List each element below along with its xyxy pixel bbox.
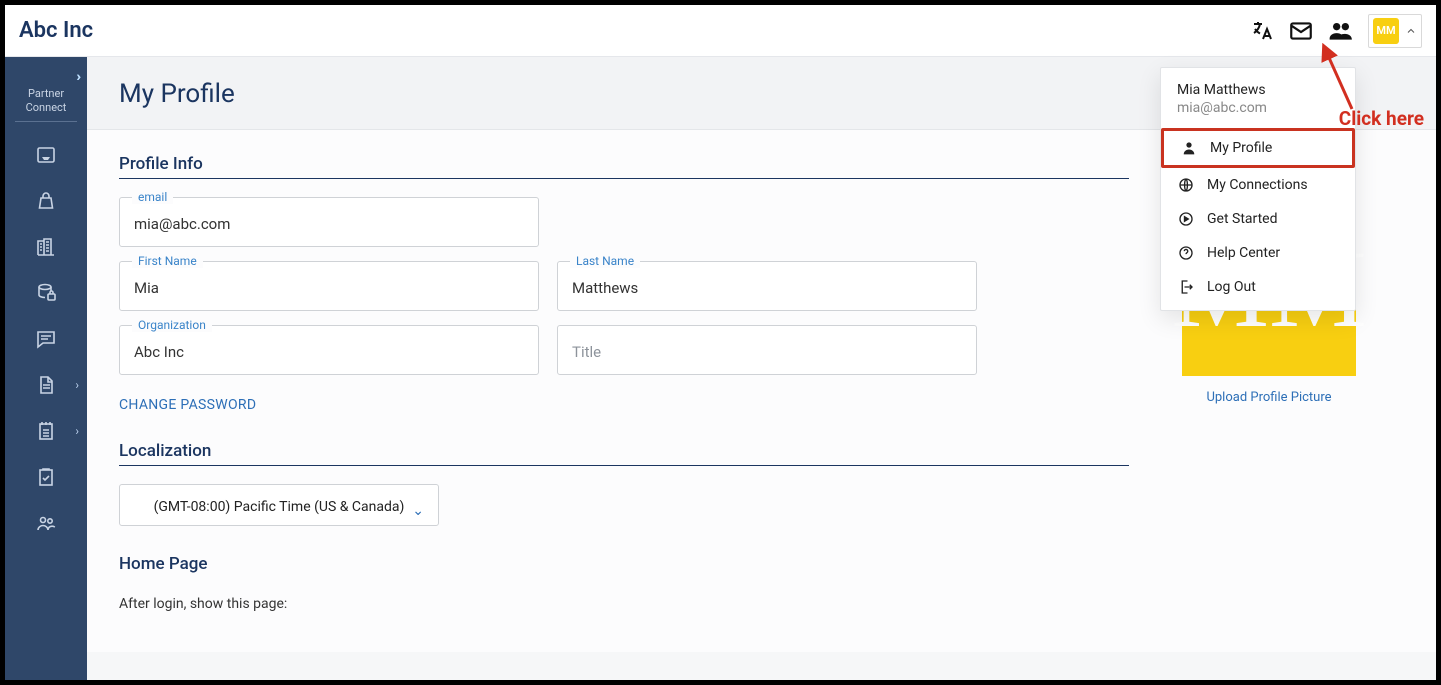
menu-item-label: Get Started (1207, 211, 1278, 227)
callout-text: Click here (1339, 107, 1424, 130)
email-field[interactable]: email mia@abc.com (119, 197, 539, 247)
last-name-field[interactable]: Last Name Matthews (557, 261, 977, 311)
notepad-icon (34, 419, 58, 443)
play-circle-icon (1177, 210, 1195, 228)
timezone-value: (GMT-08:00) Pacific Time (US & Canada) (154, 499, 405, 515)
change-password-link[interactable]: CHANGE PASSWORD (119, 397, 256, 413)
menu-item-label: My Profile (1210, 140, 1272, 156)
menu-my-profile[interactable]: My Profile (1161, 128, 1355, 168)
email-label: email (132, 190, 173, 204)
nav-tasks[interactable] (5, 454, 87, 500)
first-name-field[interactable]: First Name Mia (119, 261, 539, 311)
home-page-text: After login, show this page: (119, 596, 1129, 612)
chevron-down-icon: ⌄ (412, 503, 424, 519)
last-name-value: Matthews (572, 279, 638, 297)
globe-icon (1177, 176, 1195, 194)
last-name-label: Last Name (570, 254, 640, 268)
first-name-value: Mia (134, 279, 159, 297)
document-icon (34, 373, 58, 397)
sidebar: ›› PartnerConnect › › (5, 57, 87, 680)
people-icon[interactable] (1328, 18, 1354, 44)
upload-picture-link[interactable]: Upload Profile Picture (1206, 390, 1331, 405)
inbox-icon (34, 143, 58, 167)
organization-label: Organization (132, 318, 212, 332)
timezone-select[interactable]: (GMT-08:00) Pacific Time (US & Canada) ⌄ (119, 484, 439, 526)
chat-icon (34, 327, 58, 351)
menu-user-email: mia@abc.com (1177, 100, 1339, 116)
nav-inbox[interactable] (5, 132, 87, 178)
menu-get-started[interactable]: Get Started (1161, 202, 1355, 236)
nav-buildings[interactable] (5, 224, 87, 270)
organization-value: Abc Inc (134, 343, 184, 361)
sidebar-collapse-icon[interactable]: ›› (67, 65, 87, 87)
email-value: mia@abc.com (134, 215, 230, 233)
profile-menu-trigger[interactable]: MM (1368, 14, 1422, 48)
nav-notes[interactable]: › (5, 408, 87, 454)
nav-security[interactable] (5, 178, 87, 224)
buildings-icon (34, 235, 58, 259)
menu-help-center[interactable]: Help Center (1161, 236, 1355, 270)
first-name-label: First Name (132, 254, 203, 268)
mail-icon[interactable] (1288, 18, 1314, 44)
menu-item-label: My Connections (1207, 177, 1308, 193)
team-icon (34, 511, 58, 535)
title-field[interactable]: Title (557, 325, 977, 375)
sidebar-title: PartnerConnect (26, 87, 67, 115)
logout-icon (1177, 278, 1195, 296)
app-header: Abc Inc MM (5, 5, 1436, 57)
clipboard-check-icon (34, 465, 58, 489)
translate-icon[interactable] (1250, 19, 1274, 43)
nav-documents[interactable]: › (5, 362, 87, 408)
section-profile-info: Profile Info (119, 154, 1129, 179)
menu-item-label: Help Center (1207, 245, 1280, 261)
nav-messages[interactable] (5, 316, 87, 362)
title-placeholder: Title (572, 343, 601, 361)
menu-item-label: Log Out (1207, 279, 1256, 295)
chevron-right-icon: › (75, 378, 79, 392)
menu-my-connections[interactable]: My Connections (1161, 168, 1355, 202)
nav-team[interactable] (5, 500, 87, 546)
chevron-right-icon: › (75, 424, 79, 438)
chevron-up-icon (1405, 25, 1417, 37)
organization-field[interactable]: Organization Abc Inc (119, 325, 539, 375)
menu-user-name: Mia Matthews (1177, 82, 1339, 98)
menu-log-out[interactable]: Log Out (1161, 270, 1355, 304)
brand-name: Abc Inc (19, 18, 93, 43)
person-icon (1180, 139, 1198, 157)
section-localization: Localization (119, 441, 1129, 466)
nav-data[interactable] (5, 270, 87, 316)
avatar: MM (1373, 18, 1399, 44)
help-icon (1177, 244, 1195, 262)
lock-bag-icon (34, 189, 58, 213)
section-home-page: Home Page (119, 554, 1129, 578)
database-lock-icon (34, 281, 58, 305)
